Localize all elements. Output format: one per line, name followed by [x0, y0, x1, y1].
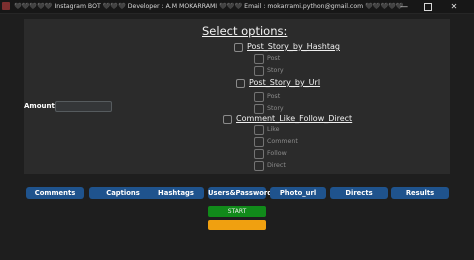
checkbox-hashtag-post[interactable] — [254, 54, 264, 64]
stop-button[interactable]: STOP — [208, 220, 266, 230]
sub-label-hashtag-post: Post — [267, 55, 281, 62]
checkbox-hashtag-story[interactable] — [254, 66, 264, 76]
sub-label-url-post: Post — [267, 93, 281, 100]
start-button[interactable]: START — [208, 206, 266, 217]
checkbox-post-story-by-hashtag[interactable] — [234, 43, 243, 52]
option-label-comment-like-follow-direct: Comment_Like_Follow_Direct — [236, 114, 353, 123]
sub-label-url-story: Story — [267, 105, 284, 112]
results-button[interactable]: Results — [391, 187, 449, 199]
directs-button[interactable]: Directs — [330, 187, 388, 199]
minimize-button[interactable]: — — [392, 0, 416, 13]
checkbox-comment-like-follow-direct[interactable] — [223, 115, 232, 124]
photo-url-button[interactable]: Photo_url — [270, 187, 326, 199]
sub-label-hashtag-story: Story — [267, 67, 284, 74]
close-button[interactable]: ✕ — [442, 0, 466, 13]
checkbox-like[interactable] — [254, 125, 264, 135]
sub-label-like: Like — [267, 126, 280, 133]
sub-label-comment: Comment — [267, 138, 298, 145]
amount-input[interactable] — [55, 101, 112, 112]
checkbox-follow[interactable] — [254, 149, 264, 159]
sub-label-direct: Direct — [267, 162, 286, 169]
users-passwords-button[interactable]: Users&Passwords — [208, 187, 276, 199]
sub-label-follow: Follow — [267, 150, 287, 157]
checkbox-direct[interactable] — [254, 161, 264, 171]
comments-button[interactable]: Comments — [26, 187, 84, 199]
app-icon — [2, 2, 10, 10]
captions-button[interactable]: Captions — [89, 187, 157, 199]
title-bar: 🖤🖤🖤🖤🖤 Instagram BOT 🖤🖤🖤 Developer : A.M … — [0, 0, 474, 14]
window-title: 🖤🖤🖤🖤🖤 Instagram BOT 🖤🖤🖤 Developer : A.M … — [14, 3, 404, 10]
checkbox-comment[interactable] — [254, 137, 264, 147]
checkbox-post-story-by-url[interactable] — [236, 79, 245, 88]
select-options-heading: Select options: — [202, 24, 288, 38]
maximize-button[interactable] — [416, 0, 440, 13]
option-label-post-story-by-hashtag: Post_Story_by_Hashtag — [247, 42, 340, 51]
checkbox-url-story[interactable] — [254, 104, 264, 114]
option-label-post-story-by-url: Post_Story_by_Url — [249, 78, 321, 87]
hashtags-button[interactable]: Hashtags — [148, 187, 204, 199]
maximize-icon — [424, 3, 432, 11]
checkbox-url-post[interactable] — [254, 92, 264, 102]
